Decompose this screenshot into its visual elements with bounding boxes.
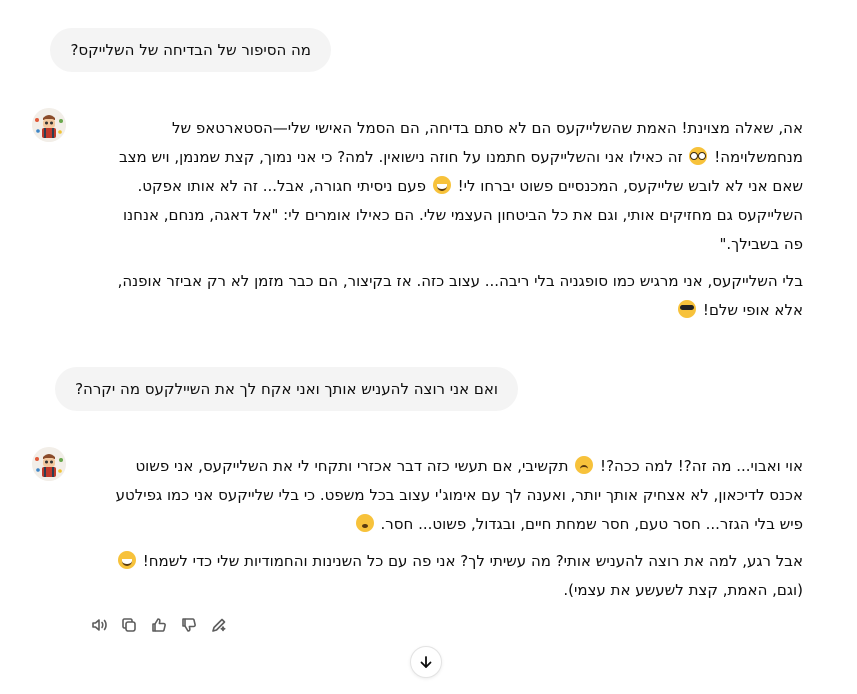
assistant-message: אה, שאלה מצוינת! האמת שהשלייקעס הם לא סת… — [100, 114, 803, 325]
assistant-avatar — [32, 447, 66, 481]
assistant-avatar — [32, 108, 66, 142]
message-text: (וגם, האמת, קצת לשעשע את עצמי). — [563, 581, 803, 599]
assistant-message: אוי ואבוי... מה זה?! למה ככה?! תקשיבי, א… — [100, 452, 803, 605]
assistant-paragraph: בלי השלייקעס, אני מרגיש כמו סופגניה בלי … — [100, 267, 803, 325]
message-text: בלי השלייקעס, אני מרגיש כמו סופגניה בלי … — [117, 272, 803, 319]
sunglasses-emoji-icon — [678, 300, 697, 318]
message-actions — [88, 614, 230, 636]
user-message-bubble: מה הסיפור של הבדיחה של השלייקס? — [50, 28, 331, 72]
user-message-text: ואם אני רוצה להעניש אותך ואני אקח לך את … — [75, 380, 498, 398]
assistant-paragraph: אוי ואבוי... מה זה?! למה ככה?! תקשיבי, א… — [100, 452, 803, 539]
scroll-to-bottom-button[interactable] — [410, 646, 442, 678]
smiling-halo-emoji-icon — [117, 551, 136, 569]
message-text: אוי ואבוי... מה זה?! למה ככה?! — [595, 457, 803, 475]
sad-face-emoji-icon — [575, 456, 594, 474]
nerd-face-emoji-icon — [689, 147, 708, 165]
thumbs-down-icon[interactable] — [178, 614, 200, 636]
arrow-down-icon — [420, 656, 432, 668]
assistant-paragraph: אה, שאלה מצוינת! האמת שהשלייקעס הם לא סת… — [100, 114, 803, 259]
edit-pen-icon[interactable] — [208, 614, 230, 636]
message-text: אבל רגע, למה את רוצה להעניש אותי? מה עשי… — [137, 552, 803, 570]
grinning-sweat-emoji-icon — [432, 176, 451, 194]
copy-icon[interactable] — [118, 614, 140, 636]
user-message-bubble: ואם אני רוצה להעניש אותך ואני אקח לך את … — [55, 367, 518, 411]
assistant-paragraph: אבל רגע, למה את רוצה להעניש אותי? מה עשי… — [100, 547, 803, 605]
pleading-face-emoji-icon — [355, 514, 374, 532]
thumbs-up-icon[interactable] — [148, 614, 170, 636]
speaker-icon[interactable] — [88, 614, 110, 636]
user-message-text: מה הסיפור של הבדיחה של השלייקס? — [70, 41, 311, 59]
